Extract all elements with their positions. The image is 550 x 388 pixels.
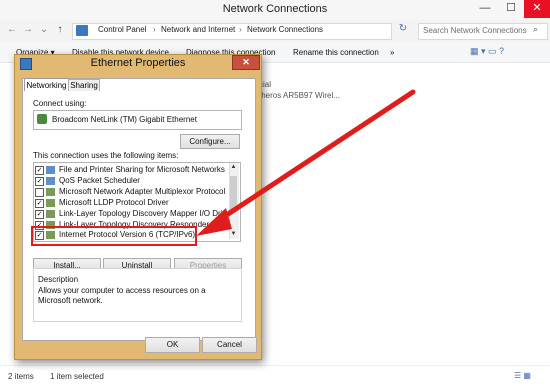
annotation-arrow-icon (196, 89, 416, 236)
